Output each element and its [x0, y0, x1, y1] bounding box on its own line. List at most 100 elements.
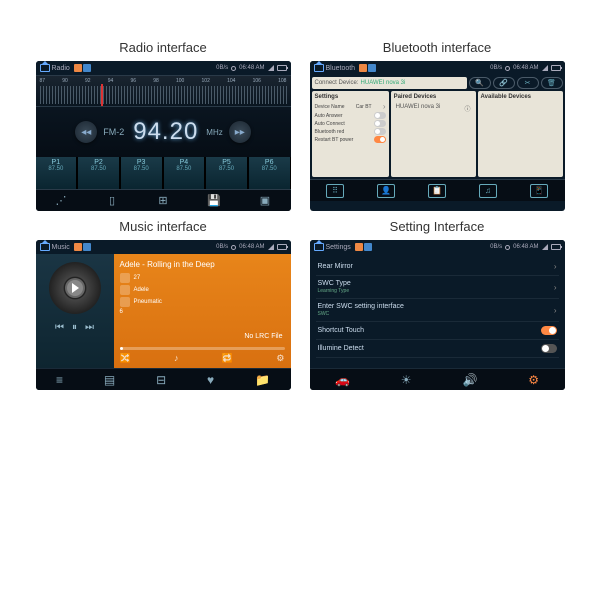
- preset-button[interactable]: P687.50: [249, 157, 291, 189]
- status-icon: [83, 243, 91, 251]
- general-tab-icon[interactable]: ⚙: [528, 373, 539, 387]
- car-tab-icon[interactable]: 🚗: [335, 373, 350, 387]
- dial-tick: 108: [278, 78, 286, 84]
- device-name: HUAWEI nova 3i: [361, 80, 406, 86]
- battery-icon: [277, 244, 287, 250]
- home-icon[interactable]: [314, 243, 324, 251]
- folder-icon[interactable]: 📁: [255, 373, 270, 387]
- play-button[interactable]: [65, 278, 85, 298]
- artist-name: Adele: [134, 287, 149, 293]
- devices-icon[interactable]: 📱: [530, 184, 548, 198]
- setting-row[interactable]: Illumine Detect: [316, 340, 559, 358]
- preset-button[interactable]: P587.50: [206, 157, 248, 189]
- bt-setting-row[interactable]: Auto Answer: [315, 112, 386, 119]
- toggle[interactable]: [374, 112, 386, 119]
- stereo-icon[interactable]: ▣: [258, 194, 272, 208]
- album-icon: [120, 297, 130, 307]
- status-icon: [359, 64, 367, 72]
- music-title: Music interface: [119, 219, 206, 234]
- playpause-button[interactable]: ⏸: [72, 322, 77, 333]
- seek-up-button[interactable]: ▸▸: [229, 121, 251, 143]
- next-button[interactable]: ⏭: [85, 322, 94, 333]
- toggle[interactable]: [541, 344, 557, 353]
- seek-down-button[interactable]: ◂◂: [75, 121, 97, 143]
- tuning-dial[interactable]: 879092949698100102104106108: [36, 75, 291, 107]
- playlist-icon[interactable]: ≡: [56, 373, 63, 387]
- artist-icon: [120, 285, 130, 295]
- bt-setting-row[interactable]: Restart BT power: [315, 136, 386, 143]
- settings-panel: Settings 0B/s06:48 AM Rear Mirror›SWC Ty…: [310, 240, 565, 390]
- clock: 06:48 AM: [513, 65, 538, 71]
- frequency-display: 94.20: [133, 118, 198, 146]
- status-bar: Music 0B/s06:48 AM: [36, 240, 291, 254]
- setting-row[interactable]: SWC TypeLearning Type›: [316, 276, 559, 299]
- dial-needle[interactable]: [101, 84, 103, 106]
- preset-button[interactable]: P187.50: [36, 157, 78, 189]
- display-tab-icon[interactable]: ☀: [401, 373, 412, 387]
- setting-row[interactable]: Rear Mirror›: [316, 258, 559, 276]
- home-icon[interactable]: [40, 64, 50, 72]
- search-button[interactable]: 🔍: [469, 77, 491, 89]
- favorite-icon[interactable]: ♥: [207, 373, 214, 387]
- band-label: FM-2: [103, 127, 124, 137]
- battery-icon: [551, 244, 561, 250]
- wifi-icon: [268, 65, 274, 71]
- unlink-button[interactable]: ✂: [517, 77, 539, 89]
- toggle[interactable]: [374, 136, 386, 143]
- link-button[interactable]: 🔗: [493, 77, 515, 89]
- eq-icon[interactable]: ⚙: [276, 353, 284, 364]
- bt-setting-row[interactable]: Device NameCar BT›: [315, 102, 386, 111]
- toggle[interactable]: [374, 120, 386, 127]
- bt-title: Bluetooth interface: [383, 40, 491, 55]
- save-icon[interactable]: 💾: [207, 194, 221, 208]
- home-icon[interactable]: [40, 243, 50, 251]
- speed: 0B/s: [216, 244, 228, 250]
- gps-icon: [505, 66, 510, 71]
- status-icon: [355, 243, 363, 251]
- gps-icon: [505, 245, 510, 250]
- connect-label: Connect Device:: [315, 80, 359, 86]
- connected-device-box: Connect Device:HUAWEI nova 3i: [312, 77, 467, 89]
- paired-device[interactable]: HUAWEI nova 3i ⓘ: [394, 102, 473, 115]
- bt-setting-row[interactable]: Bluetooth red: [315, 128, 386, 135]
- sd-icon[interactable]: ▤: [104, 373, 115, 387]
- paired-name: HUAWEI nova 3i: [396, 104, 441, 113]
- sound-tab-icon[interactable]: 🔊: [462, 373, 477, 387]
- repeat-icon[interactable]: 🔁: [222, 353, 233, 364]
- prev-button[interactable]: ⏮: [55, 322, 64, 333]
- album-art-disc: [49, 262, 101, 314]
- setting-row[interactable]: Enter SWC setting interfaceSWC›: [316, 299, 559, 322]
- info-icon[interactable]: ⓘ: [465, 104, 471, 113]
- contacts-icon[interactable]: 👤: [377, 184, 395, 198]
- dial-tick: 102: [202, 78, 210, 84]
- status-icon: [83, 64, 91, 72]
- track-total: 6: [120, 309, 123, 315]
- toggle[interactable]: [541, 326, 557, 335]
- calllog-icon[interactable]: 📋: [428, 184, 446, 198]
- delete-button[interactable]: 🗑: [541, 77, 563, 89]
- preset-button[interactable]: P487.50: [164, 157, 206, 189]
- preset-button[interactable]: P387.50: [121, 157, 163, 189]
- lyrics-icon[interactable]: ♪: [174, 353, 179, 364]
- bt-setting-row[interactable]: Auto Connect: [315, 120, 386, 127]
- toggle[interactable]: [374, 128, 386, 135]
- setting-row[interactable]: Shortcut Touch: [316, 322, 559, 340]
- dialpad-icon[interactable]: ⠿: [326, 184, 344, 198]
- wifi-icon: [542, 244, 548, 250]
- list-icon[interactable]: ⊞: [156, 194, 170, 208]
- dial-tick: 94: [108, 78, 114, 84]
- rds-icon[interactable]: ⋰: [54, 194, 68, 208]
- scan-icon[interactable]: ▯: [105, 194, 119, 208]
- bt-panel: Bluetooth 0B/s06:48 AM Connect Device:HU…: [310, 61, 565, 211]
- home-icon[interactable]: [314, 64, 324, 72]
- music-panel: Music 0B/s06:48 AM ⏮ ⏸ ⏭ Adele - Rolling…: [36, 240, 291, 390]
- preset-button[interactable]: P287.50: [78, 157, 120, 189]
- btmusic-icon[interactable]: ♫: [479, 184, 497, 198]
- speed: 0B/s: [490, 65, 502, 71]
- shuffle-icon[interactable]: 🔀: [120, 353, 131, 364]
- wifi-icon: [268, 244, 274, 250]
- radio-title: Radio interface: [119, 40, 206, 55]
- usb-icon[interactable]: ⊟: [156, 373, 166, 387]
- paired-header: Paired Devices: [394, 94, 473, 100]
- progress-bar[interactable]: [120, 347, 285, 350]
